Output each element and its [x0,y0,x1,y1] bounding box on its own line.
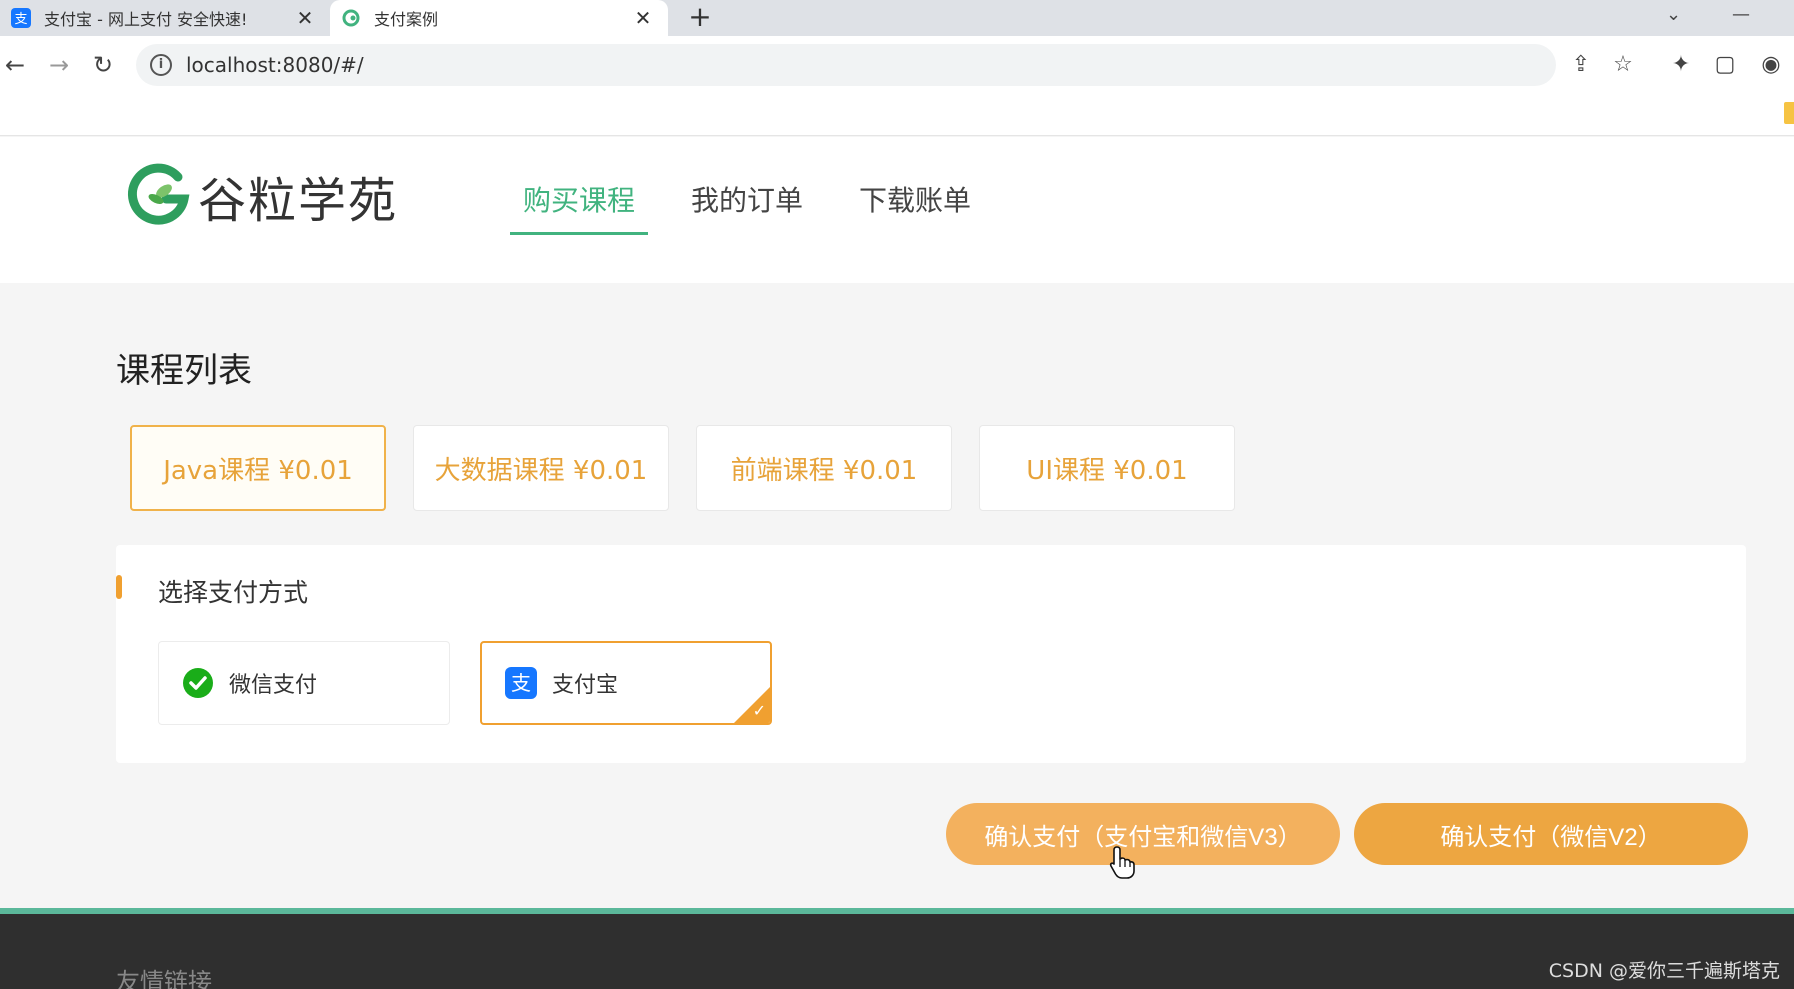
confirm-pay-v2-button[interactable]: 确认支付（微信V2） [1354,803,1748,865]
site-header: 谷粒学苑 购买课程 我的订单 下载账单 [0,137,1794,283]
address-toolbar: ← → ↻ i localhost:8080/#/ ⇪ ☆ ✦ ▢ ◉ [0,36,1794,94]
section-accent-bar [116,575,122,599]
browser-tab-payment-demo[interactable]: 支付案例 ✕ [330,0,668,36]
svg-text:支: 支 [511,671,531,695]
payment-section-title: 选择支付方式 [158,578,309,607]
nav-my-orders[interactable]: 我的订单 [678,179,816,235]
bookmark-star-icon[interactable]: ☆ [1608,50,1638,80]
new-tab-icon[interactable]: + [684,2,716,34]
payment-option-label: 支付宝 [552,673,619,698]
logo-text: 谷粒学苑 [198,173,399,229]
course-card-ui[interactable]: UI课程 ¥0.01 [979,425,1235,511]
course-card-java[interactable]: Java课程 ¥0.01 [130,425,386,511]
footer-title: 友情链接 [116,968,212,989]
folder-icon[interactable] [1784,102,1794,124]
share-icon[interactable]: ⇪ [1566,50,1596,80]
site-info-icon[interactable]: i [150,54,172,76]
close-icon[interactable]: ✕ [632,6,654,30]
bookmarks-bar [0,94,1794,136]
browser-tab-bar: 支 支付宝 - 网上支付 安全快速! ✕ 支付案例 ✕ + ⌄ — [0,0,1794,36]
alipay-icon: 支 [504,666,538,700]
back-arrow-icon[interactable]: ← [0,50,30,80]
payment-option-wechat[interactable]: 微信支付 [158,641,450,725]
check-icon: ✓ [752,701,766,720]
nav-download-bill[interactable]: 下载账单 [846,179,984,235]
profile-icon[interactable]: ◉ [1756,50,1786,80]
alipay-icon: 支 [10,7,32,29]
page-title: 课程列表 [116,351,252,391]
tab-title: 支付案例 [374,10,439,29]
site-footer: 友情链接 CSDN @爱你三千遍斯塔克 [0,914,1794,989]
nav-buy-courses[interactable]: 购买课程 [510,179,649,235]
confirm-pay-v3-button[interactable]: 确认支付（支付宝和微信V3） [946,803,1340,865]
payment-method-panel: 选择支付方式 微信支付 支 支付宝 ✓ [116,545,1746,763]
course-card-frontend[interactable]: 前端课程 ¥0.01 [696,425,952,511]
payment-option-alipay[interactable]: 支 支付宝 ✓ [480,641,772,725]
url-text: localhost:8080/#/ [186,53,364,77]
reload-icon[interactable]: ↻ [88,50,118,80]
site-logo[interactable]: 谷粒学苑 [126,161,398,231]
minimize-icon[interactable]: — [1732,4,1750,25]
forward-arrow-icon[interactable]: → [44,50,74,80]
chevron-down-icon[interactable]: ⌄ [1666,4,1681,25]
svg-text:支: 支 [14,12,27,27]
close-icon[interactable]: ✕ [294,6,316,30]
side-panel-icon[interactable]: ▢ [1710,50,1740,80]
main-content: 课程列表 Java课程 ¥0.01 大数据课程 ¥0.01 前端课程 ¥0.01… [0,283,1794,908]
extensions-icon[interactable]: ✦ [1666,50,1696,80]
guli-logo-icon [340,7,362,29]
url-bar[interactable]: i localhost:8080/#/ [136,44,1556,86]
course-list: Java课程 ¥0.01 大数据课程 ¥0.01 前端课程 ¥0.01 UI课程… [130,425,1262,511]
watermark-text: CSDN @爱你三千遍斯塔克 [1548,960,1780,982]
main-nav: 购买课程 我的订单 下载账单 [510,179,1014,235]
payment-option-label: 微信支付 [229,673,318,698]
wechat-pay-icon [181,666,215,700]
hand-cursor-icon [1109,846,1135,879]
browser-tab-alipay[interactable]: 支 支付宝 - 网上支付 安全快速! ✕ [0,0,330,36]
tab-title: 支付宝 - 网上支付 安全快速! [44,10,248,29]
guli-logo-icon [126,161,192,231]
course-card-bigdata[interactable]: 大数据课程 ¥0.01 [413,425,669,511]
